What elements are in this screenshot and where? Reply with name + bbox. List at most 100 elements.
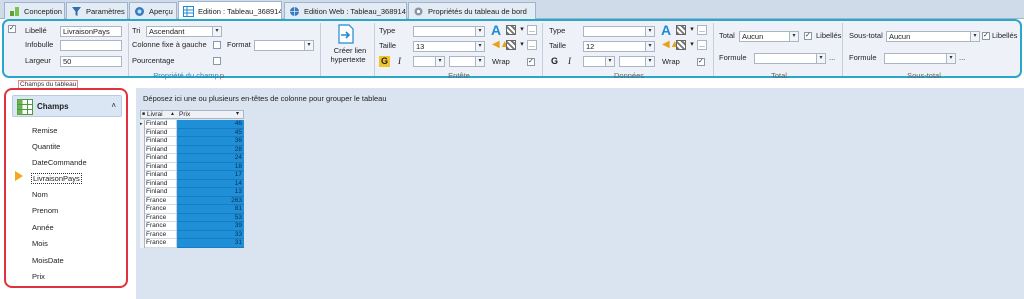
entete-back-pattern-icon[interactable] <box>506 40 516 50</box>
table-row[interactable]: France 31 <box>140 239 244 248</box>
table-row[interactable]: France 263 <box>140 196 244 205</box>
field-item-moisdate[interactable]: MoisDate <box>32 256 64 265</box>
field-item-prenom[interactable]: Prenom <box>32 206 58 215</box>
cell-prix[interactable]: 13 <box>177 188 244 197</box>
total-formule-select[interactable]: ▾ <box>754 53 826 64</box>
cell-livraison[interactable]: Finland <box>145 145 177 154</box>
donnees-style-select[interactable]: ▾ <box>583 56 615 67</box>
table-row[interactable]: Finland 28 <box>140 145 244 154</box>
cell-prix[interactable]: 31 <box>177 239 244 248</box>
field-item-prix[interactable]: Prix <box>32 272 45 281</box>
fields-panel-header[interactable]: Champs ˄ <box>12 95 122 117</box>
tab-edition-web[interactable]: Edition Web : Tableau_368914 <box>284 2 407 19</box>
entete-taille-select[interactable]: 13 ▾ <box>413 41 485 52</box>
cell-livraison[interactable]: France <box>145 196 177 205</box>
table-row[interactable]: Finland 14 <box>140 179 244 188</box>
create-hyperlink-button[interactable]: Créer lien hypertexte <box>324 23 372 69</box>
pourcentage-checkbox[interactable] <box>213 57 221 65</box>
total-libelles-checkbox[interactable] <box>804 31 812 40</box>
chevron-down-icon[interactable]: ▾ <box>517 40 527 50</box>
chevron-down-icon[interactable]: ▾ <box>687 25 697 35</box>
cell-prix[interactable]: 33 <box>177 230 244 239</box>
chevron-down-icon[interactable]: ▾ <box>687 40 697 50</box>
soustotal-select[interactable]: Aucun ▾ <box>886 31 980 42</box>
cell-livraison[interactable]: France <box>145 213 177 222</box>
cell-livraison[interactable]: Finland <box>145 179 177 188</box>
table-row[interactable]: Finland 17 <box>140 171 244 180</box>
donnees-type-select[interactable]: ▾ <box>583 26 655 37</box>
field-item-remise[interactable]: Remise <box>32 126 57 135</box>
entete-style-select-2[interactable]: ▾ <box>449 56 485 67</box>
table-row[interactable]: France 81 <box>140 205 244 214</box>
column-header-prix[interactable]: Prix <box>179 111 190 118</box>
entete-font-color-button[interactable]: A <box>491 23 505 37</box>
cell-prix[interactable]: 263 <box>177 196 244 205</box>
cell-prix[interactable]: 81 <box>177 205 244 214</box>
tri-select[interactable]: Ascendant ▾ <box>146 26 222 37</box>
field-item-mois[interactable]: Mois <box>32 239 48 248</box>
table-row[interactable]: Finland 24 <box>140 154 244 163</box>
field-item-nom[interactable]: Nom <box>32 190 48 199</box>
cell-prix[interactable]: 46 <box>177 120 244 129</box>
cell-livraison[interactable]: Finland <box>145 128 177 137</box>
chevron-down-icon[interactable]: ▾ <box>517 25 527 35</box>
paint-bucket-icon[interactable]: ◀▲ <box>662 39 680 50</box>
entete-more-button-2[interactable]: ... <box>527 40 537 50</box>
cell-livraison[interactable]: Finland <box>145 120 177 129</box>
entete-wrap-checkbox[interactable] <box>527 57 535 66</box>
donnees-italic-button[interactable]: I <box>565 56 574 67</box>
tab-apercu[interactable]: Aperçu <box>129 2 177 19</box>
row-selector-header[interactable]: ■ <box>142 111 146 118</box>
tab-parametres[interactable]: Paramètres <box>66 2 128 19</box>
cell-livraison[interactable]: France <box>145 205 177 214</box>
cell-prix[interactable]: 14 <box>177 179 244 188</box>
libelle-input[interactable]: LivraisonPays <box>60 26 122 37</box>
tab-proprietes[interactable]: Propriétés du tableau de bord <box>408 2 536 19</box>
field-item-datecommande[interactable]: DateCommande <box>32 158 87 167</box>
donnees-back-pattern-icon[interactable] <box>676 40 686 50</box>
group-panel[interactable]: Déposez ici une ou plusieurs en-têtes de… <box>136 88 1024 108</box>
chevron-down-icon[interactable]: ▾ <box>236 111 239 118</box>
field-item-annee[interactable]: Année <box>32 223 54 232</box>
infobulle-input[interactable] <box>60 40 122 51</box>
cell-prix[interactable]: 39 <box>177 222 244 231</box>
table-row[interactable]: ▸ Finland 46 <box>140 120 244 129</box>
cell-livraison[interactable]: Finland <box>145 188 177 197</box>
colonne-fixe-checkbox[interactable] <box>213 41 221 49</box>
table-row[interactable]: Finland 45 <box>140 128 244 137</box>
table-row[interactable]: France 33 <box>140 230 244 239</box>
table-row[interactable]: Finland 18 <box>140 162 244 171</box>
cell-livraison[interactable]: France <box>145 239 177 248</box>
donnees-taille-select[interactable]: 12 ▾ <box>583 41 655 52</box>
entete-fill-pattern-icon[interactable] <box>506 25 516 35</box>
donnees-bold-button[interactable]: G <box>549 56 560 67</box>
donnees-style-select-2[interactable]: ▾ <box>619 56 655 67</box>
cell-livraison[interactable]: France <box>145 230 177 239</box>
column-header-livraison[interactable]: Livrai <box>147 111 163 118</box>
format-select[interactable]: ▾ <box>254 40 314 51</box>
donnees-more-button-2[interactable]: ... <box>697 40 707 50</box>
cell-livraison[interactable]: Finland <box>145 171 177 180</box>
entete-more-button[interactable]: ... <box>527 25 537 35</box>
cell-livraison[interactable]: Finland <box>145 162 177 171</box>
entete-style-select[interactable]: ▾ <box>413 56 445 67</box>
soustotal-formule-more-button[interactable]: ... <box>959 53 965 63</box>
cell-prix[interactable]: 36 <box>177 137 244 146</box>
donnees-more-button[interactable]: ... <box>697 25 707 35</box>
donnees-wrap-checkbox[interactable] <box>697 57 705 66</box>
total-formule-more-button[interactable]: ... <box>829 53 835 63</box>
cell-livraison[interactable]: Finland <box>145 154 177 163</box>
table-row[interactable]: France 39 <box>140 222 244 231</box>
total-select[interactable]: Aucun ▾ <box>739 31 799 42</box>
cell-prix[interactable]: 28 <box>177 145 244 154</box>
cell-livraison[interactable]: France <box>145 222 177 231</box>
paint-bucket-icon[interactable]: ◀▲ <box>492 39 510 50</box>
tab-conception[interactable]: Conception <box>4 2 65 19</box>
entete-bold-button[interactable]: G <box>379 56 390 67</box>
cell-livraison[interactable]: Finland <box>145 137 177 146</box>
table-row[interactable]: Finland 13 <box>140 188 244 197</box>
entete-italic-button[interactable]: I <box>395 56 404 67</box>
header-checkbox[interactable] <box>8 24 16 33</box>
soustotal-libelles-checkbox[interactable] <box>982 31 990 40</box>
soustotal-formule-select[interactable]: ▾ <box>884 53 956 64</box>
